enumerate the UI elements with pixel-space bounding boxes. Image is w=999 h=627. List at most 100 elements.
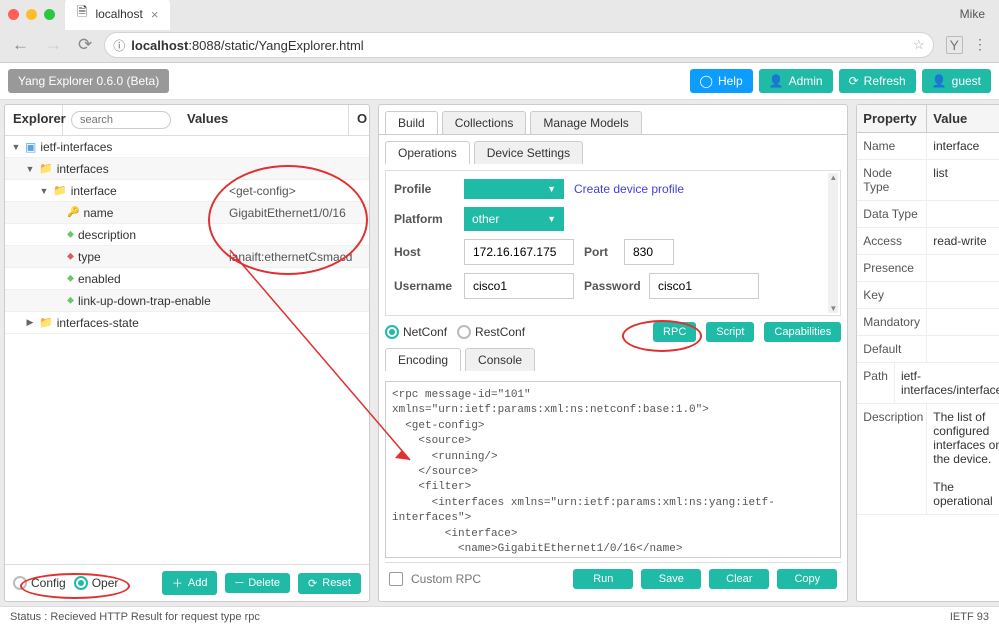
- property-value: The list of configured interfaces on the…: [927, 404, 999, 514]
- tree-row[interactable]: ▶📁interfaces-state: [5, 312, 369, 334]
- tree-row[interactable]: ⬥enabled: [5, 268, 369, 290]
- tree-row[interactable]: 🔑nameGigabitEthernet1/0/16: [5, 202, 369, 224]
- password-input[interactable]: [649, 273, 759, 299]
- codetab-console[interactable]: Console: [465, 348, 535, 371]
- netconf-radio[interactable]: NetConf: [385, 325, 447, 339]
- delete-button[interactable]: ─Delete: [225, 573, 290, 593]
- browser-chrome: 🗎 localhost × Mike ← → ⟳ ⓘ localhost:808…: [0, 0, 999, 63]
- capabilities-button[interactable]: Capabilities: [764, 322, 841, 342]
- refresh-button[interactable]: ⟳Refresh: [839, 69, 916, 93]
- twisty-icon[interactable]: ▼: [39, 186, 49, 196]
- user-icon: 👤: [932, 74, 947, 88]
- property-key: Mandatory: [857, 309, 927, 335]
- refresh-icon: ⟳: [849, 74, 859, 88]
- custom-rpc-checkbox[interactable]: [389, 572, 403, 586]
- tree-row[interactable]: ⬥typeianaift:ethernetCsmacd: [5, 246, 369, 268]
- chevron-down-icon: ▼: [547, 184, 556, 194]
- build-panel: Build Collections Manage Models Operatio…: [378, 104, 848, 602]
- address-bar[interactable]: ⓘ localhost:8088/static/YangExplorer.htm…: [104, 32, 933, 58]
- platform-select[interactable]: other▼: [464, 207, 564, 231]
- reload-button[interactable]: ⟳: [74, 35, 96, 55]
- property-key: Node Type: [857, 160, 927, 200]
- folder-icon: 📁: [39, 162, 53, 175]
- clear-button[interactable]: Clear: [709, 569, 769, 589]
- twisty-icon[interactable]: ▶: [25, 317, 35, 328]
- guest-button[interactable]: 👤guest: [922, 69, 991, 93]
- tree-row[interactable]: ▼📁interface<get-config>: [5, 180, 369, 202]
- device-form: Profile ▼ Create device profile Platform…: [385, 170, 841, 316]
- profile-select[interactable]: ▼: [464, 179, 564, 199]
- property-value: [927, 309, 999, 335]
- admin-button[interactable]: 👤Admin: [759, 69, 833, 93]
- tree-row[interactable]: ▼ 📁 interfaces: [5, 158, 369, 180]
- node-value[interactable]: GigabitEthernet1/0/16: [225, 206, 369, 220]
- value-header: Value: [927, 105, 999, 132]
- host-input[interactable]: [464, 239, 574, 265]
- node-value[interactable]: ianaift:ethernetCsmacd: [225, 250, 369, 264]
- property-key: Key: [857, 282, 927, 308]
- property-value: read-write: [927, 228, 999, 254]
- property-key: Presence: [857, 255, 927, 281]
- add-button[interactable]: ＋Add: [162, 571, 218, 595]
- property-header: Property: [857, 105, 927, 132]
- config-radio[interactable]: Config: [13, 576, 66, 590]
- minimize-window-icon[interactable]: [26, 9, 37, 20]
- property-row: DescriptionThe list of configured interf…: [857, 404, 999, 515]
- scrollbar[interactable]: ▲▼: [828, 173, 838, 313]
- tree-row[interactable]: ⬥description: [5, 224, 369, 246]
- node-label: interfaces: [57, 162, 109, 176]
- rpc-code-area[interactable]: <rpc message-id="101" xmlns="urn:ietf:pa…: [385, 381, 841, 558]
- property-key: Name: [857, 133, 927, 159]
- browser-tab[interactable]: 🗎 localhost ×: [65, 0, 170, 30]
- reset-button[interactable]: ⟳Reset: [298, 573, 361, 594]
- port-input[interactable]: [624, 239, 674, 265]
- tab-build[interactable]: Build: [385, 111, 438, 134]
- codetab-encoding[interactable]: Encoding: [385, 348, 461, 371]
- property-row: Node Typelist: [857, 160, 999, 201]
- forward-button: →: [41, 35, 66, 55]
- create-profile-link[interactable]: Create device profile: [574, 182, 684, 196]
- tab-manage-models[interactable]: Manage Models: [530, 111, 641, 134]
- page-icon: 🗎: [77, 3, 87, 25]
- close-window-icon[interactable]: [8, 9, 19, 20]
- property-value: ietf-interfaces/interfaces/interface: [895, 363, 999, 403]
- tree-row[interactable]: ▼▣ietf-interfaces: [5, 136, 369, 158]
- url-host: localhost: [131, 38, 188, 53]
- save-button[interactable]: Save: [641, 569, 701, 589]
- node-label: enabled: [78, 272, 121, 286]
- script-button[interactable]: Script: [706, 322, 754, 342]
- extension-icon[interactable]: Y: [946, 36, 963, 54]
- module-icon: ▣: [25, 140, 36, 154]
- subtab-operations[interactable]: Operations: [385, 141, 470, 164]
- yang-tree[interactable]: ▼▣ietf-interfaces▼📁interfaces▼📁interface…: [5, 136, 369, 564]
- tab-collections[interactable]: Collections: [442, 111, 527, 134]
- search-input[interactable]: [71, 111, 171, 129]
- bookmark-icon[interactable]: ☆: [913, 37, 925, 53]
- property-key: Data Type: [857, 201, 927, 227]
- property-key: Access: [857, 228, 927, 254]
- close-tab-icon[interactable]: ×: [151, 7, 159, 22]
- host-label: Host: [394, 245, 454, 259]
- operations-header: O: [349, 105, 369, 135]
- tree-row[interactable]: ⬥link-up-down-trap-enable: [5, 290, 369, 312]
- node-value[interactable]: <get-config>: [225, 184, 369, 198]
- subtab-device-settings[interactable]: Device Settings: [474, 141, 583, 164]
- back-button[interactable]: ←: [8, 35, 33, 55]
- twisty-icon[interactable]: ▼: [25, 164, 35, 174]
- oper-radio[interactable]: Oper: [74, 576, 119, 590]
- profile-label: Profile: [394, 182, 454, 196]
- property-value: list: [927, 160, 999, 200]
- help-button[interactable]: ◯Help: [690, 69, 753, 93]
- platform-label: Platform: [394, 212, 454, 226]
- property-value: [927, 336, 999, 362]
- maximize-window-icon[interactable]: [44, 9, 55, 20]
- copy-button[interactable]: Copy: [777, 569, 837, 589]
- property-key: Default: [857, 336, 927, 362]
- run-button[interactable]: Run: [573, 569, 633, 589]
- restconf-radio[interactable]: RestConf: [457, 325, 525, 339]
- rpc-button[interactable]: RPC: [653, 322, 696, 342]
- username-input[interactable]: [464, 273, 574, 299]
- site-info-icon[interactable]: ⓘ: [113, 37, 125, 54]
- menu-icon[interactable]: ⋮: [973, 36, 987, 54]
- twisty-icon[interactable]: ▼: [11, 142, 21, 152]
